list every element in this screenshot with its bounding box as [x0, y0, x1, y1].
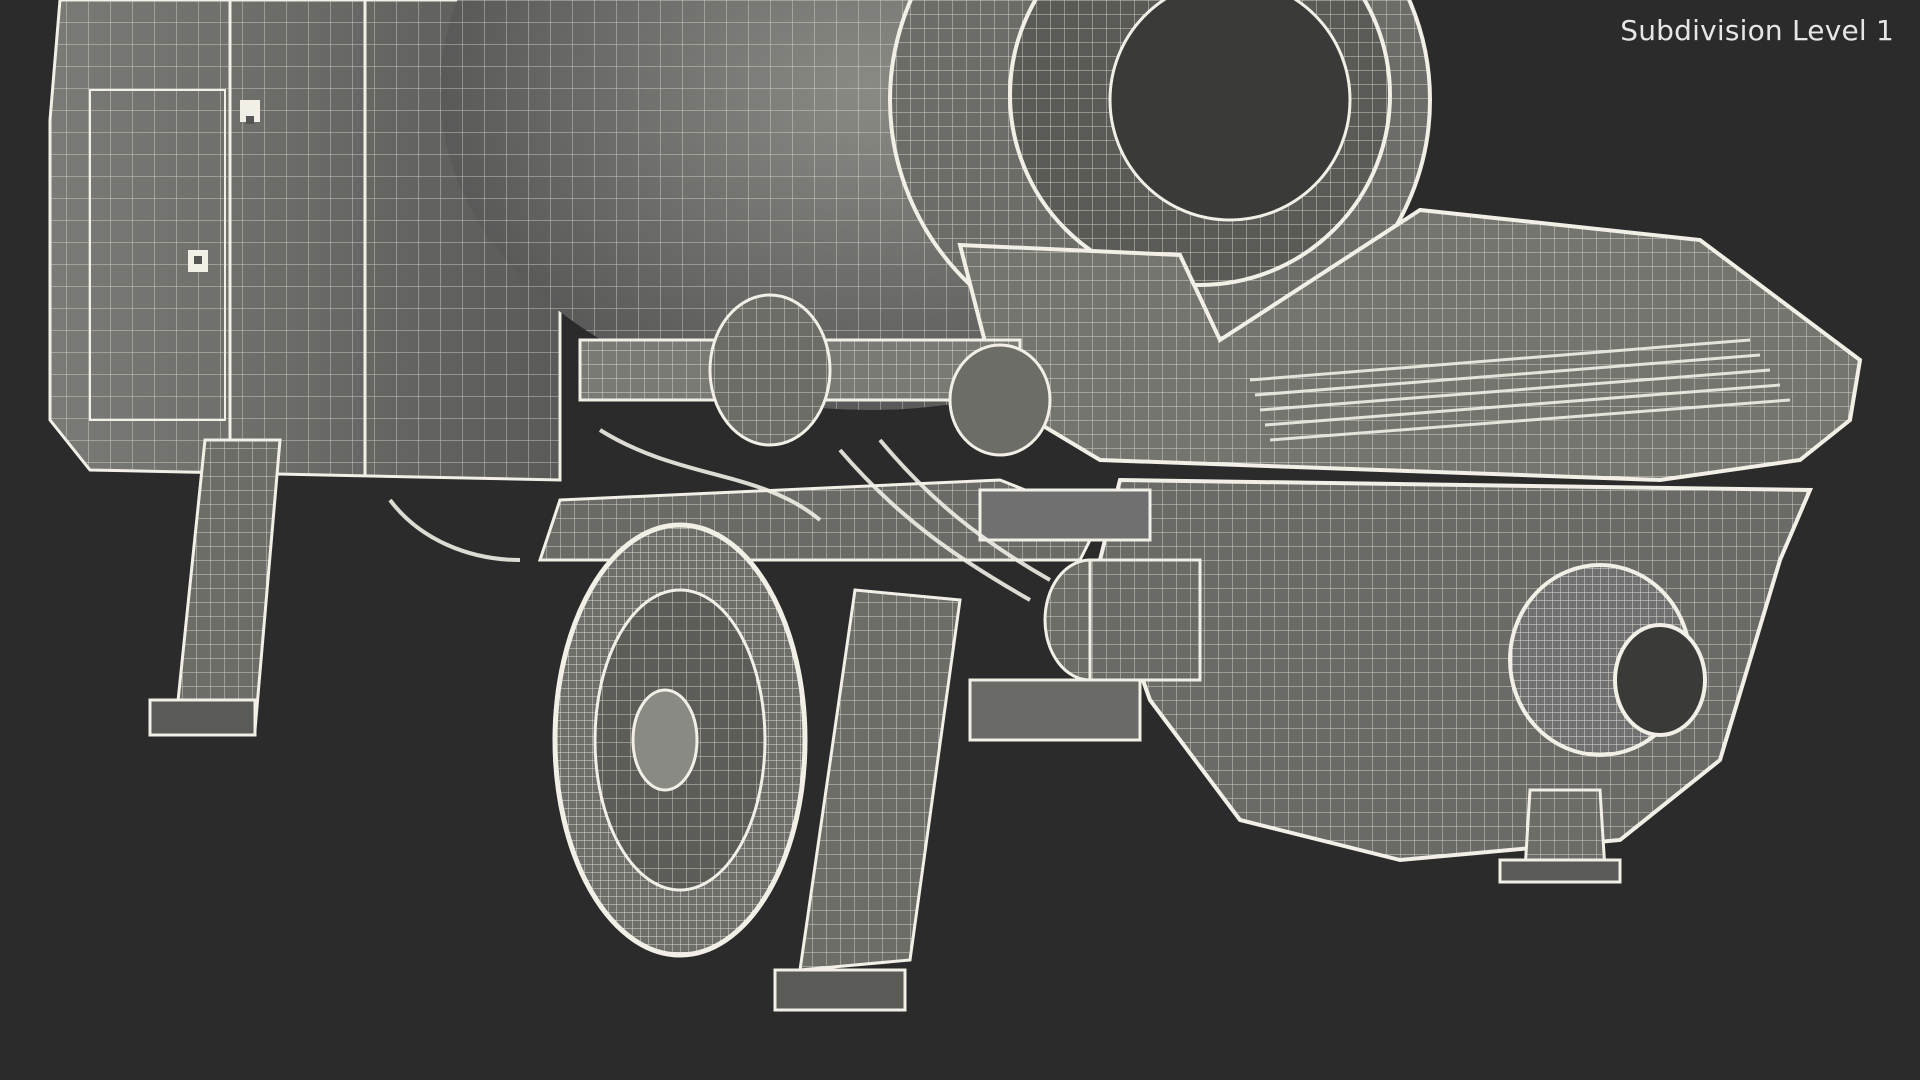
wireframe-render: [48, 0, 1863, 1012]
3d-viewport[interactable]: Subdivision Level 1: [0, 0, 1920, 1080]
trailer-wheel: [552, 522, 808, 958]
subdivision-level-label: Subdivision Level 1: [1620, 14, 1894, 47]
